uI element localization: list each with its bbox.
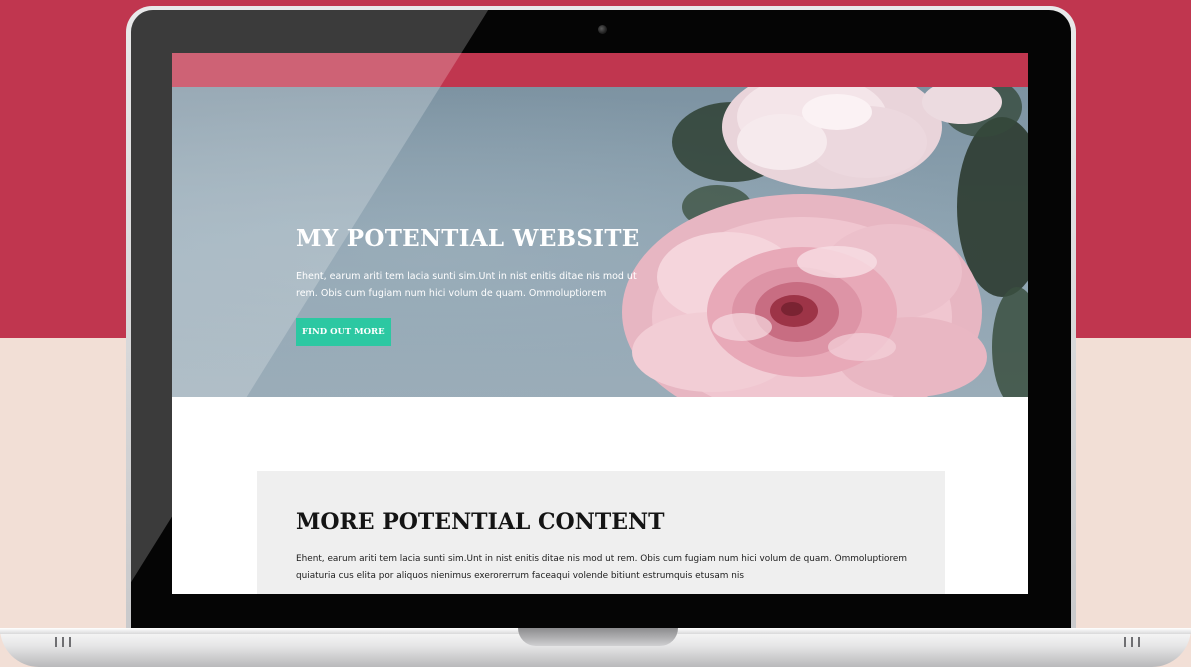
laptop-hinge xyxy=(518,628,678,646)
laptop-screen: MY POTENTIAL WEBSITE Ehent, earum ariti … xyxy=(172,53,1028,594)
hero-section: MY POTENTIAL WEBSITE Ehent, earum ariti … xyxy=(172,87,1028,397)
vent-icon xyxy=(1124,637,1140,647)
site-header-bar xyxy=(172,53,1028,87)
content-title: MORE POTENTIAL CONTENT xyxy=(296,509,665,535)
vent-icon xyxy=(55,637,71,647)
camera-icon xyxy=(598,25,607,34)
content-card: MORE POTENTIAL CONTENT Ehent, earum arit… xyxy=(257,471,945,594)
content-text: Ehent, earum ariti tem lacia sunti sim.U… xyxy=(296,554,908,581)
peony-flowers-image xyxy=(622,87,1028,397)
hero-title: MY POTENTIAL WEBSITE xyxy=(296,225,640,252)
hero-description: Ehent, earum ariti tem lacia sunti sim.U… xyxy=(296,271,637,299)
find-out-more-button[interactable]: FIND OUT MORE xyxy=(296,318,391,346)
